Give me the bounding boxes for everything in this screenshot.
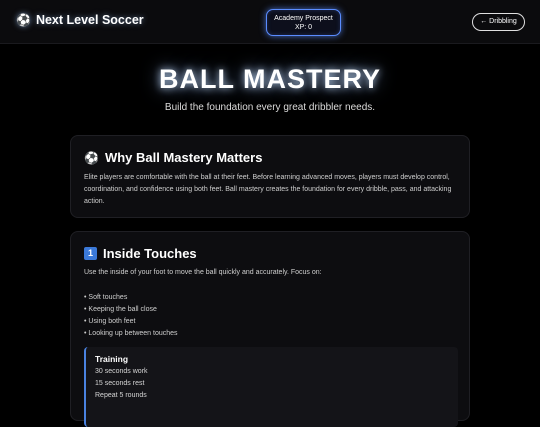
list-item: Soft touches [84, 292, 178, 304]
number-one-keycap-icon: 1 [84, 247, 97, 260]
list-item: 30 seconds work [95, 368, 148, 375]
back-to-dribbling-button[interactable]: ← Dribbling [472, 13, 525, 31]
inside-touches-card: 1 Inside Touches Use the inside of your … [70, 231, 470, 427]
training-box: Training 30 seconds work 15 seconds rest… [84, 347, 458, 427]
section-title: 1 Inside Touches [84, 246, 197, 261]
list-item: 15 seconds rest [95, 380, 145, 387]
list-item: Looking up between touches [84, 328, 177, 340]
focus-points-list: Soft touches Keeping the ball close Usin… [84, 292, 178, 340]
section-title: ⚽ Why Ball Mastery Matters [84, 150, 262, 165]
section-title-text: Inside Touches [103, 246, 197, 261]
player-rank-badge: Academy Prospect XP: 0 [266, 9, 341, 36]
training-schedule: 30 seconds work 15 seconds rest Repeat 5… [95, 366, 148, 402]
page-title: BALL MASTERY [158, 64, 381, 94]
brand-name: Next Level Soccer [35, 13, 144, 27]
soccer-ball-icon: ⚽ [16, 13, 31, 27]
list-item: Repeat 5 rounds [95, 392, 147, 399]
brand-logo[interactable]: ⚽ Next Level Soccer [16, 13, 144, 27]
top-navbar: ⚽ Next Level Soccer Academy Prospect XP:… [0, 0, 540, 44]
section-title-text: Why Ball Mastery Matters [104, 150, 263, 165]
list-item: Keeping the ball close [84, 304, 178, 316]
why-ball-mastery-card: ⚽ Why Ball Mastery Matters Elite players… [70, 135, 470, 218]
section-intro: Use the inside of your foot to move the … [84, 269, 322, 276]
page-subtitle: Build the foundation every great dribble… [164, 102, 376, 113]
xp-counter: XP: 0 [294, 24, 313, 31]
training-title: Training [95, 354, 129, 364]
soccer-ball-icon: ⚽ [84, 150, 99, 165]
section-description: Elite players are comfortable with the b… [84, 174, 452, 205]
rank-title: Academy Prospect [274, 15, 333, 22]
list-item: Using both feet [84, 316, 178, 328]
